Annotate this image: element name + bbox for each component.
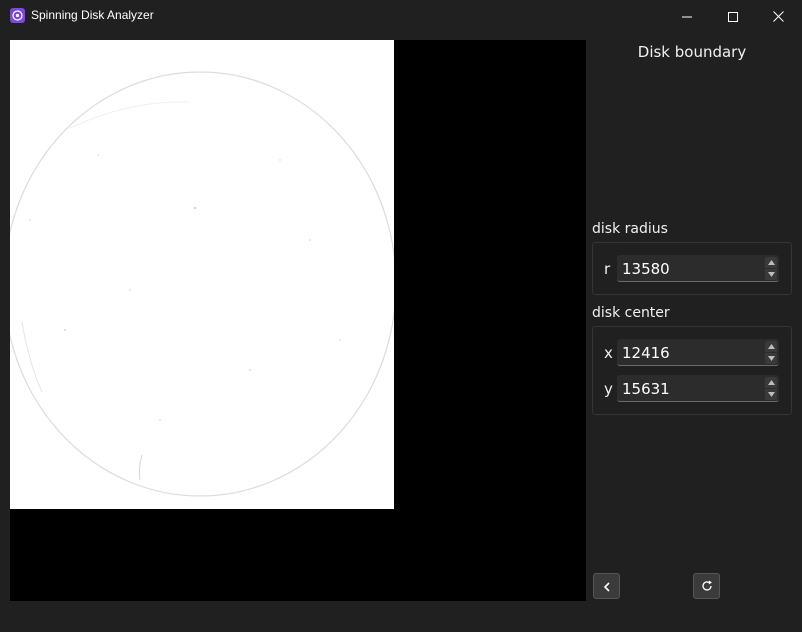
- radius-row: r 13580: [593, 255, 791, 283]
- center-x-increment-button[interactable]: [765, 341, 777, 352]
- window-title: Spinning Disk Analyzer: [31, 8, 154, 22]
- center-x-decrement-button[interactable]: [765, 353, 777, 364]
- panel-title: Disk boundary: [637, 43, 747, 61]
- x-label: x: [604, 344, 613, 362]
- arrow-up-icon: [767, 344, 775, 349]
- radius-increment-button[interactable]: [765, 257, 777, 268]
- arrow-up-icon: [767, 260, 775, 265]
- radius-spinbox[interactable]: 13580: [617, 255, 779, 282]
- back-button[interactable]: [593, 573, 620, 599]
- image-viewer[interactable]: [3, 40, 586, 601]
- center-y-increment-button[interactable]: [765, 377, 777, 388]
- arrow-down-icon: [767, 272, 775, 277]
- radius-value[interactable]: 13580: [622, 260, 670, 278]
- maximize-button[interactable]: [710, 0, 756, 32]
- disk-center-label: disk center: [592, 305, 670, 321]
- disk-app-icon: [10, 8, 25, 23]
- center-y-row: y 15631: [593, 375, 791, 403]
- maximize-icon: [728, 7, 738, 26]
- center-x-value[interactable]: 12416: [622, 344, 670, 362]
- disk-radius-group: r 13580: [592, 242, 792, 295]
- radius-decrement-button[interactable]: [765, 269, 777, 280]
- chevron-left-icon: [603, 577, 611, 596]
- title-bar[interactable]: Spinning Disk Analyzer: [0, 0, 802, 32]
- y-label: y: [604, 380, 613, 398]
- center-x-row: x 12416: [593, 339, 791, 367]
- minimize-icon: [682, 7, 692, 26]
- disk-scan-image[interactable]: [3, 40, 397, 509]
- disk-boundary-overlay: [3, 71, 397, 497]
- close-button[interactable]: [755, 0, 801, 32]
- refresh-icon: [701, 577, 713, 596]
- center-x-spinbox[interactable]: 12416: [617, 339, 779, 366]
- r-label: r: [604, 260, 611, 278]
- disk-center-group: x 12416 y 15631: [592, 326, 792, 415]
- minimize-button[interactable]: [664, 0, 710, 32]
- center-y-spinbox[interactable]: 15631: [617, 375, 779, 402]
- reset-button[interactable]: [693, 573, 720, 599]
- close-icon: [772, 7, 784, 26]
- arrow-down-icon: [767, 356, 775, 361]
- arrow-up-icon: [767, 380, 775, 385]
- center-y-decrement-button[interactable]: [765, 389, 777, 400]
- arrow-down-icon: [767, 392, 775, 397]
- center-y-value[interactable]: 15631: [622, 380, 670, 398]
- disk-radius-label: disk radius: [592, 221, 668, 237]
